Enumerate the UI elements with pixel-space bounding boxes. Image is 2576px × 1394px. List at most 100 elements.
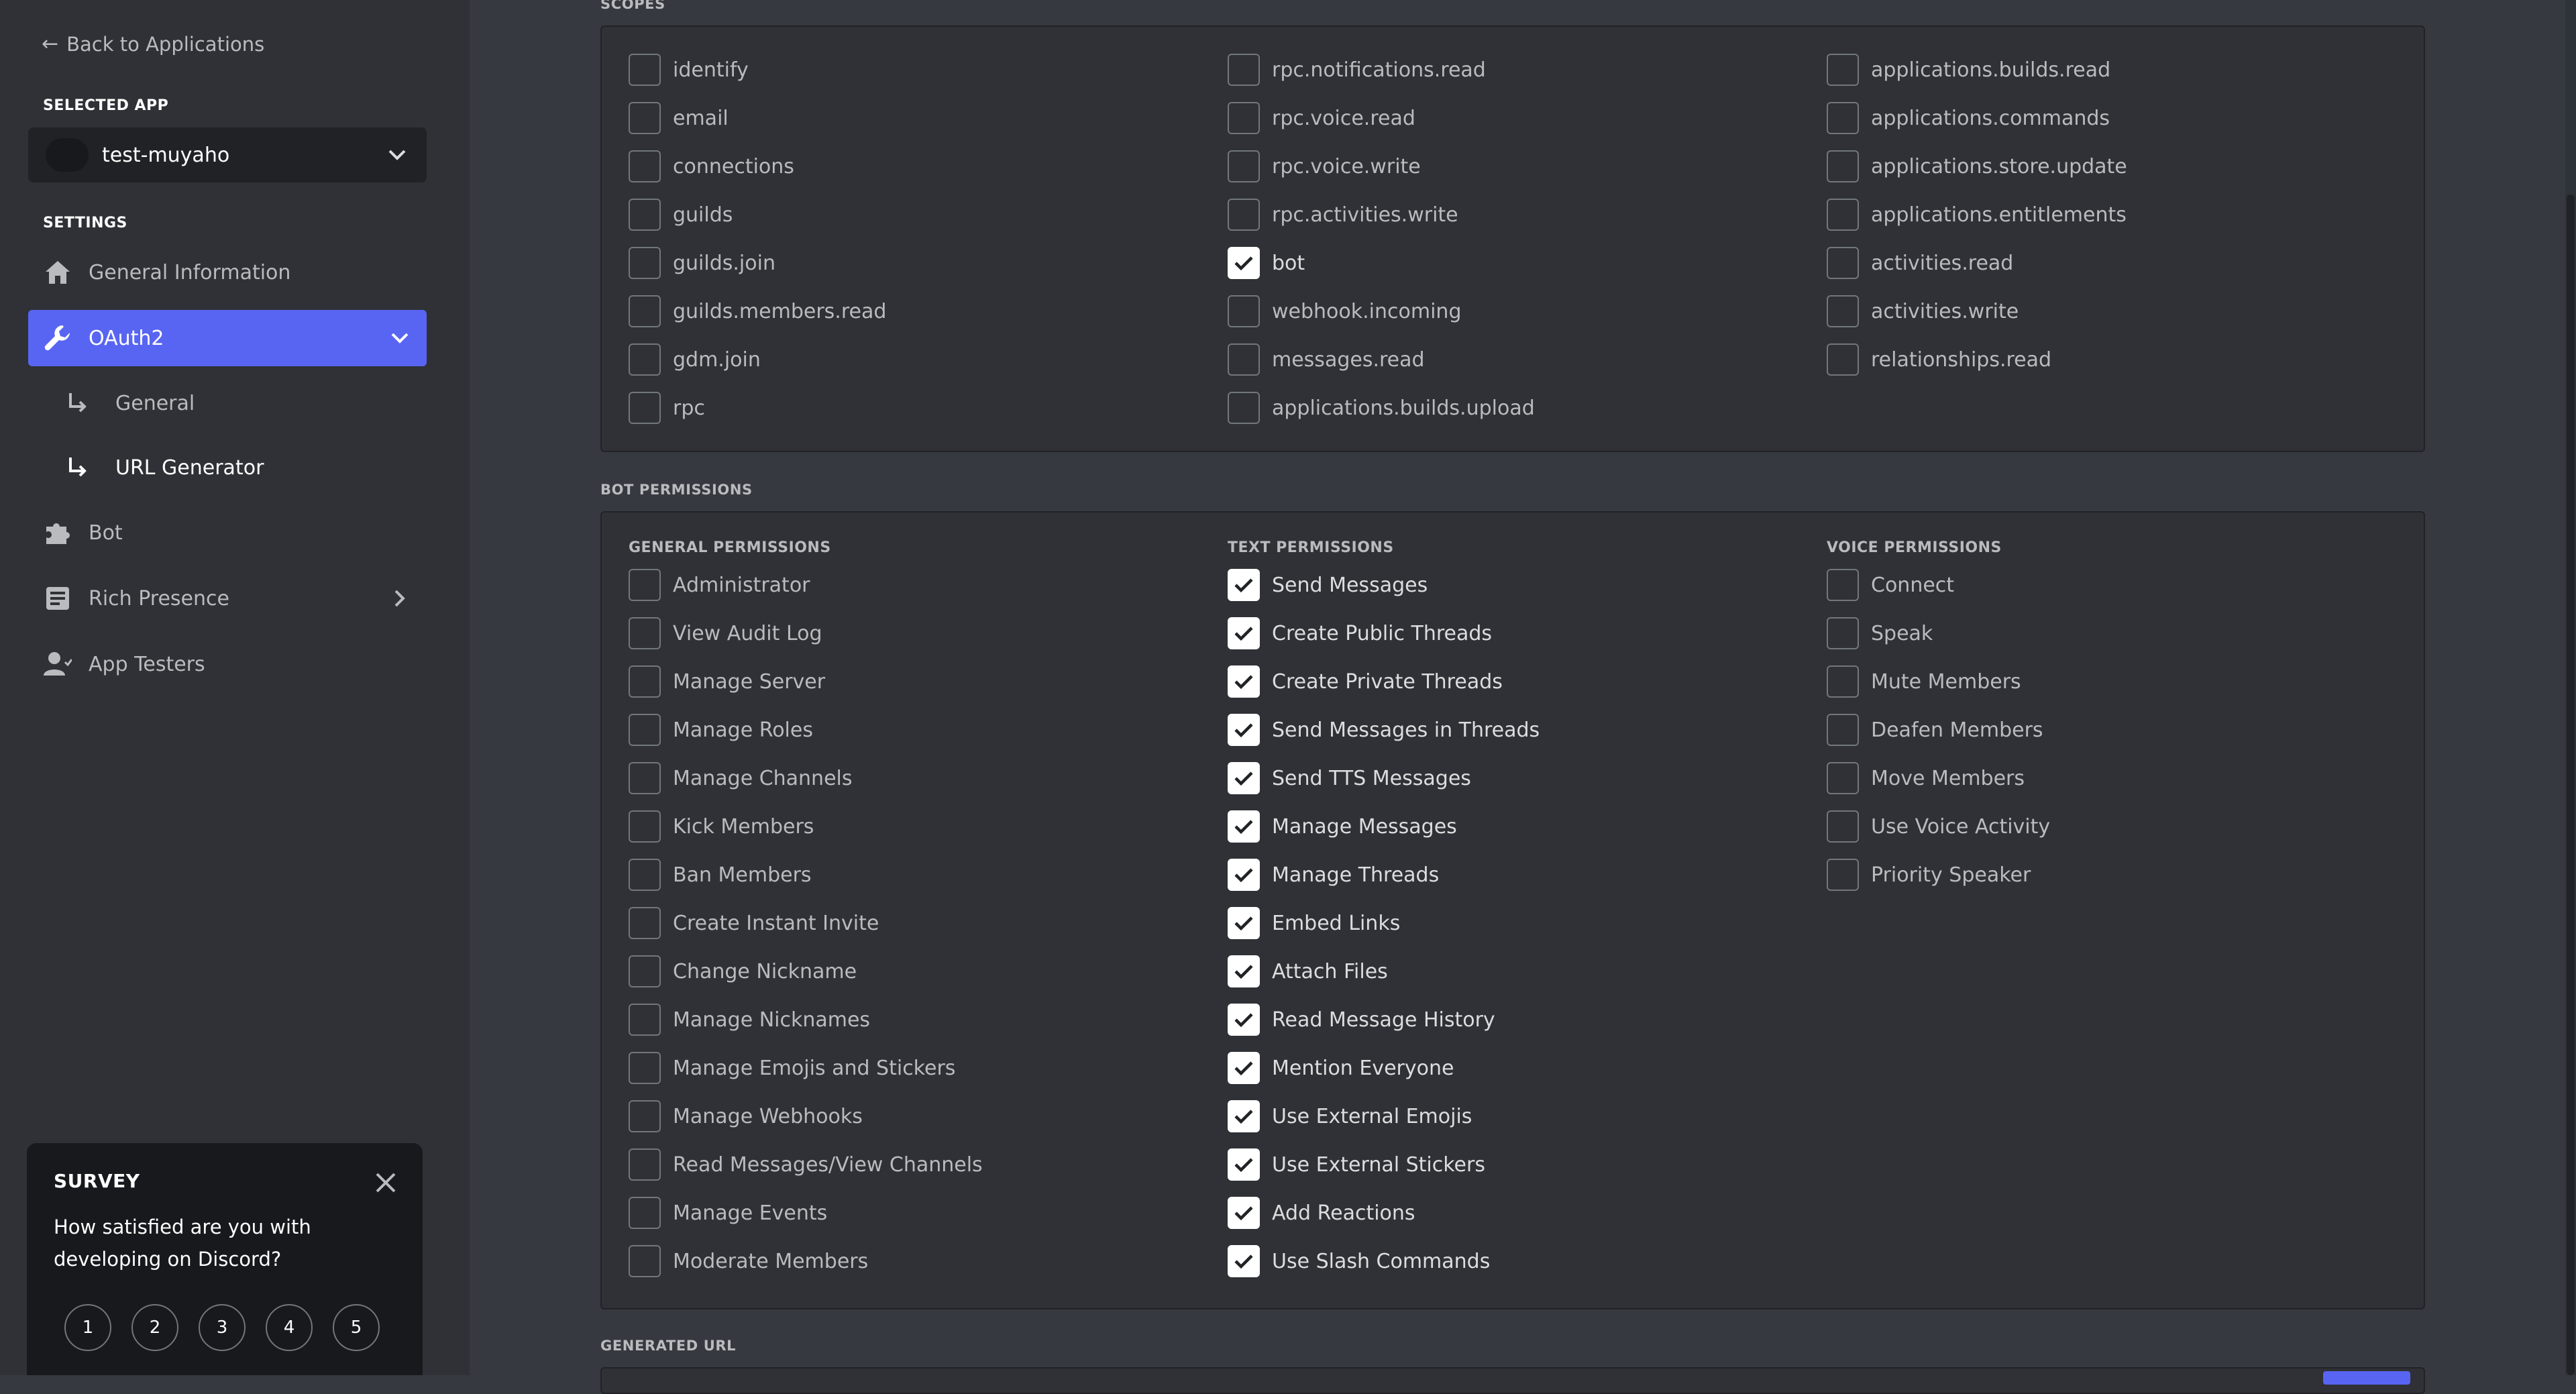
checkbox[interactable] [629, 54, 661, 86]
checkbox-row[interactable]: View Audit Log [629, 616, 822, 651]
checkbox[interactable] [1827, 295, 1859, 327]
checkbox[interactable] [1827, 859, 1859, 891]
checkbox-row[interactable]: Embed Links [1228, 906, 1400, 941]
sidebar-item-general-information[interactable]: General Information [28, 244, 427, 301]
checkbox[interactable] [1228, 343, 1260, 376]
checkbox-checked[interactable] [1228, 1052, 1260, 1084]
app-selector[interactable]: test-muyaho [28, 127, 427, 182]
checkbox-row[interactable]: Create Public Threads [1228, 616, 1492, 651]
checkbox-checked[interactable] [1228, 617, 1260, 649]
checkbox-checked[interactable] [1228, 714, 1260, 746]
checkbox-row[interactable]: Manage Roles [629, 712, 813, 747]
checkbox-row[interactable]: relationships.read [1827, 342, 2051, 377]
checkbox-row[interactable]: guilds.members.read [629, 294, 886, 329]
checkbox-row[interactable]: Manage Webhooks [629, 1099, 863, 1134]
checkbox-row[interactable]: applications.store.update [1827, 149, 2127, 184]
checkbox[interactable] [629, 1197, 661, 1229]
checkbox-row[interactable]: email [629, 101, 729, 136]
survey-option-3[interactable]: 3 [199, 1304, 246, 1351]
sidebar-item-app-testers[interactable]: App Testers [28, 636, 427, 692]
checkbox[interactable] [629, 1245, 661, 1277]
checkbox[interactable] [629, 714, 661, 746]
checkbox-row[interactable]: Send Messages in Threads [1228, 712, 1540, 747]
checkbox[interactable] [629, 617, 661, 649]
checkbox[interactable] [629, 859, 661, 891]
checkbox-checked[interactable] [1228, 1197, 1260, 1229]
checkbox-checked[interactable] [1228, 1148, 1260, 1181]
checkbox-checked[interactable] [1228, 810, 1260, 843]
checkbox-checked[interactable] [1228, 907, 1260, 939]
checkbox[interactable] [1827, 665, 1859, 698]
checkbox[interactable] [629, 907, 661, 939]
checkbox-row[interactable]: Administrator [629, 568, 810, 602]
checkbox-row[interactable]: Manage Events [629, 1195, 827, 1230]
checkbox-row[interactable]: bot [1228, 246, 1305, 280]
checkbox[interactable] [629, 1100, 661, 1132]
checkbox[interactable] [629, 295, 661, 327]
checkbox[interactable] [629, 1052, 661, 1084]
sidebar-item-rich-presence[interactable]: Rich Presence [28, 570, 427, 627]
checkbox[interactable] [629, 199, 661, 231]
checkbox-row[interactable]: gdm.join [629, 342, 761, 377]
checkbox-row[interactable]: Speak [1827, 616, 1933, 651]
checkbox-row[interactable]: Create Private Threads [1228, 664, 1503, 699]
checkbox[interactable] [629, 665, 661, 698]
checkbox[interactable] [1228, 295, 1260, 327]
checkbox-row[interactable]: Deafen Members [1827, 712, 2043, 747]
checkbox[interactable] [1228, 392, 1260, 424]
checkbox-row[interactable]: Moderate Members [629, 1244, 868, 1279]
checkbox-checked[interactable] [1228, 859, 1260, 891]
checkbox-checked[interactable] [1228, 569, 1260, 601]
checkbox-checked[interactable] [1228, 665, 1260, 698]
checkbox-row[interactable]: Manage Emojis and Stickers [629, 1051, 955, 1085]
checkbox-checked[interactable] [1228, 955, 1260, 987]
checkbox[interactable] [629, 569, 661, 601]
checkbox[interactable] [629, 247, 661, 279]
checkbox[interactable] [1827, 617, 1859, 649]
checkbox-row[interactable]: rpc.notifications.read [1228, 52, 1486, 87]
sidebar-item-oauth2[interactable]: OAuth2 [28, 310, 427, 366]
checkbox-row[interactable]: Use Slash Commands [1228, 1244, 1490, 1279]
checkbox[interactable] [1827, 54, 1859, 86]
checkbox-row[interactable]: identify [629, 52, 749, 87]
checkbox-checked[interactable] [1228, 1100, 1260, 1132]
checkbox-row[interactable]: Manage Messages [1228, 809, 1457, 844]
checkbox-row[interactable]: applications.commands [1827, 101, 2110, 136]
checkbox-row[interactable]: Ban Members [629, 857, 812, 892]
checkbox[interactable] [1228, 54, 1260, 86]
checkbox-row[interactable]: messages.read [1228, 342, 1425, 377]
survey-option-2[interactable]: 2 [131, 1304, 178, 1351]
checkbox-row[interactable]: activities.write [1827, 294, 2019, 329]
checkbox-row[interactable]: Move Members [1827, 761, 2025, 796]
checkbox[interactable] [629, 810, 661, 843]
checkbox-row[interactable]: Manage Channels [629, 761, 853, 796]
checkbox-row[interactable]: Read Messages/View Channels [629, 1147, 983, 1182]
checkbox-row[interactable]: Connect [1827, 568, 1954, 602]
survey-option-1[interactable]: 1 [64, 1304, 111, 1351]
checkbox[interactable] [1228, 150, 1260, 182]
checkbox-row[interactable]: Attach Files [1228, 954, 1388, 989]
checkbox-row[interactable]: applications.builds.read [1827, 52, 2110, 87]
checkbox[interactable] [1827, 810, 1859, 843]
checkbox[interactable] [629, 762, 661, 794]
checkbox-row[interactable]: Kick Members [629, 809, 814, 844]
generated-url-field[interactable] [600, 1367, 2425, 1394]
close-icon[interactable] [374, 1171, 398, 1195]
checkbox-row[interactable]: rpc.voice.write [1228, 149, 1421, 184]
checkbox[interactable] [629, 392, 661, 424]
checkbox-checked[interactable] [1228, 1004, 1260, 1036]
checkbox-row[interactable]: rpc.activities.write [1228, 197, 1458, 232]
checkbox[interactable] [1228, 102, 1260, 134]
checkbox-row[interactable]: Use External Emojis [1228, 1099, 1472, 1134]
checkbox[interactable] [629, 150, 661, 182]
checkbox[interactable] [1228, 199, 1260, 231]
checkbox-row[interactable]: Manage Server [629, 664, 825, 699]
checkbox-checked[interactable] [1228, 1245, 1260, 1277]
checkbox-row[interactable]: Use External Stickers [1228, 1147, 1485, 1182]
checkbox-row[interactable]: Send TTS Messages [1228, 761, 1471, 796]
checkbox[interactable] [1827, 150, 1859, 182]
checkbox-row[interactable]: Read Message History [1228, 1002, 1495, 1037]
checkbox[interactable] [1827, 343, 1859, 376]
survey-option-4[interactable]: 4 [266, 1304, 313, 1351]
checkbox-row[interactable]: Mute Members [1827, 664, 2021, 699]
